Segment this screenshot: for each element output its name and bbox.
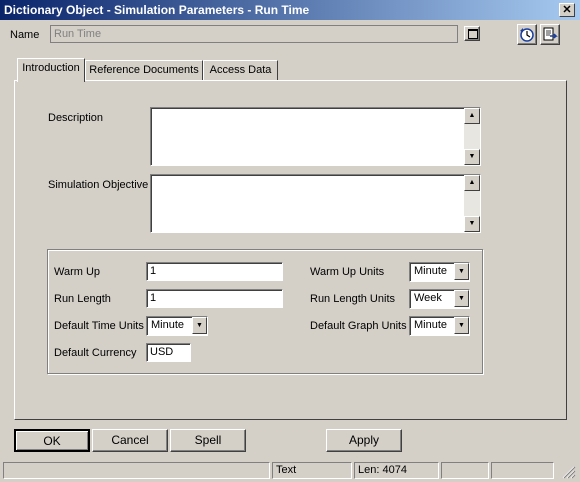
window-title: Dictionary Object - Simulation Parameter…: [4, 3, 310, 17]
default-time-units-label: Default Time Units: [54, 320, 144, 332]
status-pane-empty-1: [441, 462, 489, 479]
cancel-button[interactable]: Cancel: [92, 429, 168, 452]
export-document-icon[interactable]: [540, 24, 560, 45]
clock-history-icon[interactable]: [517, 24, 537, 45]
default-time-units-value: Minute: [151, 319, 185, 331]
name-field[interactable]: Run Time: [50, 25, 458, 43]
status-pane-empty-2: [491, 462, 554, 479]
run-length-input[interactable]: 1: [146, 289, 283, 308]
objective-textarea[interactable]: ▲ ▼: [150, 174, 481, 233]
warm-up-label: Warm Up: [54, 266, 101, 278]
description-label: Description: [48, 112, 104, 124]
default-graph-units-select[interactable]: Minute ▼: [409, 316, 470, 336]
tab-reference-documents[interactable]: Reference Documents: [85, 60, 203, 81]
warm-up-input[interactable]: 1: [146, 262, 283, 281]
status-pane-mode: Text: [272, 462, 352, 479]
dropdown-arrow-icon[interactable]: ▼: [454, 263, 469, 280]
tab-introduction[interactable]: Introduction: [17, 58, 85, 82]
dropdown-arrow-icon[interactable]: ▼: [454, 317, 469, 334]
resize-grip-icon[interactable]: [558, 464, 576, 479]
description-scrollbar[interactable]: ▲ ▼: [464, 108, 480, 165]
default-graph-units-value: Minute: [414, 319, 448, 331]
warm-up-units-value: Minute: [414, 265, 448, 277]
objective-scrollbar[interactable]: ▲ ▼: [464, 175, 480, 232]
run-length-units-value: Week: [414, 292, 442, 304]
ok-button[interactable]: OK: [14, 429, 90, 452]
status-pane-length: Len: 4074: [354, 462, 439, 479]
spell-button[interactable]: Spell: [170, 429, 246, 452]
scroll-down-arrow-icon[interactable]: ▼: [464, 149, 480, 165]
warm-up-units-select[interactable]: Minute ▼: [409, 262, 470, 282]
name-label: Name: [10, 29, 40, 41]
default-currency-input[interactable]: USD: [146, 343, 191, 362]
dropdown-arrow-icon[interactable]: ▼: [454, 290, 469, 307]
maximize-icon[interactable]: [464, 26, 480, 41]
objective-label: Simulation Objective: [48, 179, 149, 191]
run-length-units-select[interactable]: Week ▼: [409, 289, 470, 309]
description-textarea[interactable]: ▲ ▼: [150, 107, 481, 166]
close-icon[interactable]: ✕: [559, 3, 575, 17]
dropdown-arrow-icon[interactable]: ▼: [192, 317, 207, 334]
apply-button[interactable]: Apply: [326, 429, 402, 452]
default-graph-units-label: Default Graph Units: [310, 320, 407, 332]
tab-access-data[interactable]: Access Data: [203, 60, 278, 81]
scroll-up-arrow-icon[interactable]: ▲: [464, 108, 480, 124]
warm-up-units-label: Warm Up Units: [310, 266, 385, 278]
scroll-up-arrow-icon[interactable]: ▲: [464, 175, 480, 191]
scroll-down-arrow-icon[interactable]: ▼: [464, 216, 480, 232]
run-length-units-label: Run Length Units: [310, 293, 395, 305]
status-pane-main: [3, 462, 270, 479]
default-time-units-select[interactable]: Minute ▼: [146, 316, 208, 336]
default-currency-label: Default Currency: [54, 347, 137, 359]
run-length-label: Run Length: [54, 293, 111, 305]
